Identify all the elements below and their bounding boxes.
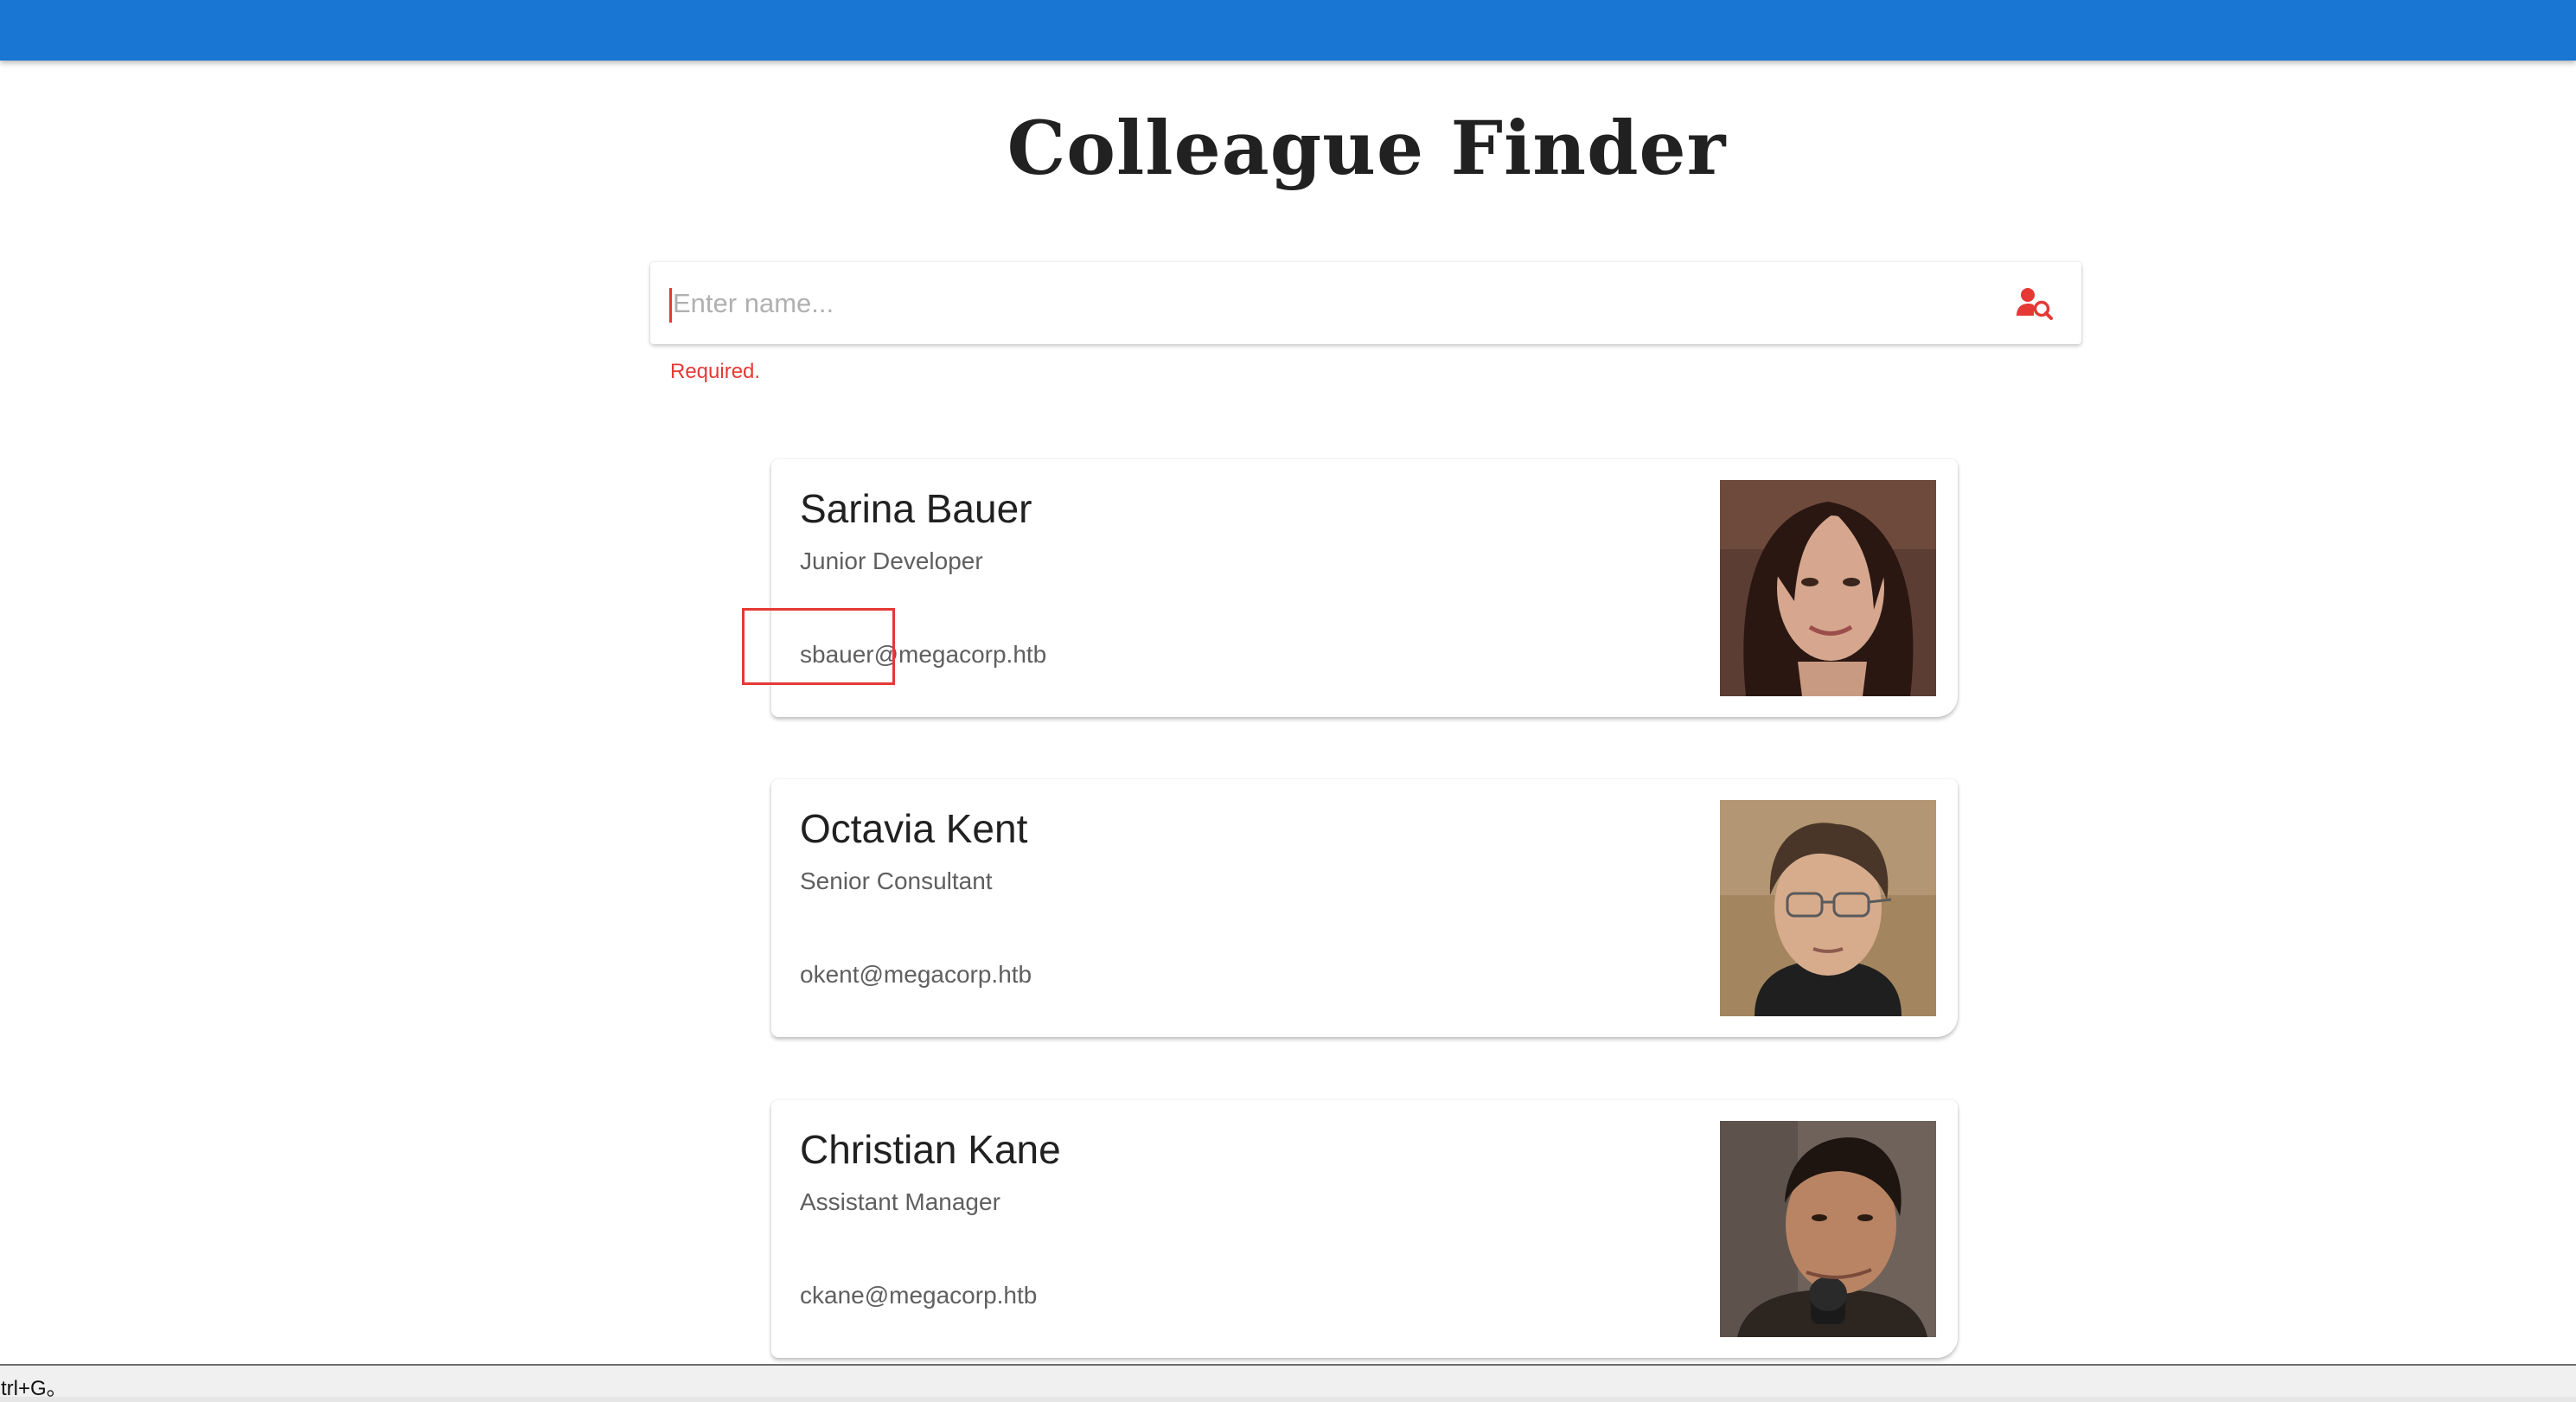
person-search-icon[interactable] [2017,286,2053,321]
colleague-name: Christian Kane [800,1127,1061,1172]
status-bar-divider [0,1397,2576,1402]
colleague-email[interactable]: okent@megacorp.htb [800,961,1032,989]
search-box[interactable] [650,262,2081,344]
colleague-photo [1720,480,1936,696]
top-app-bar [0,0,2576,61]
colleague-email[interactable]: ckane@megacorp.htb [800,1282,1037,1309]
status-bar: trl+G。 [0,1364,2576,1402]
colleague-card[interactable]: Christian Kane Assistant Manager ckane@m… [771,1100,1958,1358]
text-caret [669,288,672,323]
search-input[interactable] [669,262,2001,344]
colleague-role: Senior Consultant [800,867,993,894]
colleague-photo [1720,800,1936,1016]
colleague-card[interactable]: Octavia Kent Senior Consultant okent@meg… [771,779,1958,1037]
colleague-name: Octavia Kent [800,806,1028,851]
colleague-name: Sarina Bauer [800,486,1032,531]
colleague-role: Assistant Manager [800,1188,1000,1215]
page-title: Colleague Finder [1007,106,1727,192]
colleague-photo [1720,1121,1936,1337]
colleague-card[interactable]: Sarina Bauer Junior Developer sbauer@meg… [771,459,1958,717]
validation-message: Required. [670,360,761,383]
highlight-annotation-box [742,608,895,685]
colleague-role: Junior Developer [800,547,983,574]
